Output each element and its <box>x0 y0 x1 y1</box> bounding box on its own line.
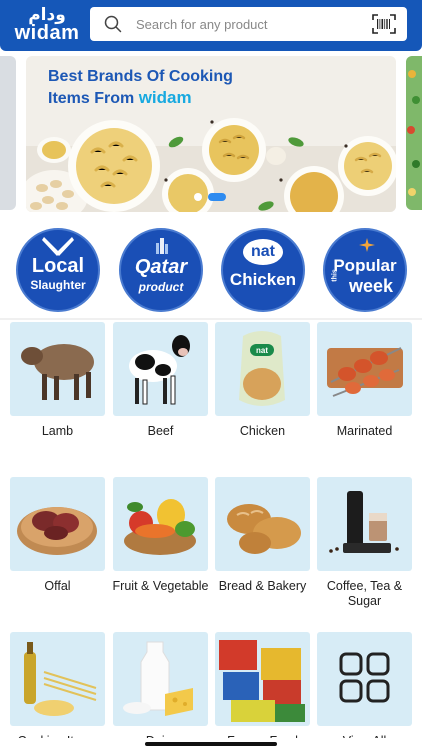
banner-title-prefix: Items From <box>48 90 139 107</box>
home-indicator[interactable] <box>145 742 277 746</box>
category-label: Coffee, Tea & Sugar <box>326 579 403 608</box>
offal-image <box>17 507 97 555</box>
category-label: Offal <box>44 579 71 593</box>
widam-logo[interactable]: ودام widam <box>12 6 82 44</box>
brand-qatar-line2: product <box>138 280 184 294</box>
section-divider <box>0 318 422 320</box>
kebab-image <box>327 347 403 397</box>
category-view-all[interactable]: View All <box>317 632 412 750</box>
cow-image <box>129 335 190 405</box>
category-label: Chicken <box>239 424 286 438</box>
promo-carousel[interactable]: Best Brands Of Cooking Items From widam <box>0 52 422 214</box>
banner-brand-name: widam <box>138 88 192 107</box>
fruit-basket-image <box>124 499 196 555</box>
frozen-boxes-image <box>219 640 305 722</box>
category-fruit-vegetable[interactable]: Fruit & Vegetable <box>113 477 208 622</box>
barcode-scan-icon[interactable] <box>372 14 396 34</box>
brand-nat-chicken[interactable]: nat Chicken <box>221 228 305 312</box>
milk-cheese-image <box>123 641 193 716</box>
category-tile[interactable] <box>113 477 208 571</box>
lamb-image <box>21 344 94 400</box>
category-tile[interactable] <box>215 477 310 571</box>
category-dairy[interactable]: Dairy <box>113 632 208 750</box>
skyline-icon <box>156 238 168 254</box>
category-lamb[interactable]: Lamb <box>10 322 105 467</box>
bread-image <box>227 504 301 554</box>
category-coffee-tea-sugar[interactable]: Coffee, Tea & Sugar <box>317 477 412 622</box>
logo-english-text: widam <box>14 22 80 44</box>
banner-title-line1: Best Brands Of Cooking <box>48 68 233 85</box>
category-tile[interactable] <box>113 632 208 726</box>
previous-banner-peek[interactable] <box>0 56 16 210</box>
category-chicken[interactable]: nat Chicken <box>215 322 310 467</box>
category-marinated[interactable]: Marinated <box>317 322 412 467</box>
banner-title: Best Brands Of Cooking Items From widam <box>48 66 233 109</box>
category-tile[interactable] <box>317 322 412 416</box>
category-label: Beef <box>147 424 174 438</box>
category-tile[interactable] <box>10 477 105 571</box>
search-input[interactable] <box>136 7 356 41</box>
category-frozen-food[interactable]: Frozen Food <box>215 632 310 750</box>
category-beef[interactable]: Beef <box>113 322 208 467</box>
brand-popular-week[interactable]: Popular week this <box>323 228 407 312</box>
category-bread-bakery[interactable]: Bread & Bakery <box>215 477 310 622</box>
search-icon[interactable] <box>104 15 122 33</box>
brand-nat-line2: Chicken <box>229 270 297 289</box>
brand-qatar-line1: Qatar <box>134 256 188 278</box>
next-banner-peek[interactable] <box>406 56 422 210</box>
category-label: Fruit & Vegetable <box>112 579 209 593</box>
chicken-pack-image: nat <box>239 331 285 406</box>
category-label: Lamb <box>41 424 74 438</box>
search-bar[interactable] <box>90 7 407 41</box>
category-tile[interactable] <box>215 632 310 726</box>
app-header: ودام widam <box>0 0 422 51</box>
coffee-image <box>329 491 399 553</box>
category-tile[interactable] <box>317 632 412 726</box>
brand-local-line2: Slaughter <box>30 278 86 292</box>
brand-shortcuts: Local Slaughter Qatar product nat Chicke… <box>0 226 422 316</box>
banner-title-line2: Items From widam <box>48 87 233 109</box>
svg-text:nat: nat <box>256 346 268 355</box>
brand-popular-line2: week <box>348 276 394 296</box>
brand-local-line1: Local <box>31 255 85 277</box>
category-tile[interactable] <box>113 322 208 416</box>
sparkle-icon <box>359 238 375 252</box>
brand-nat-line1: nat <box>251 243 275 260</box>
category-offal[interactable]: Offal <box>10 477 105 622</box>
carousel-dot-active[interactable] <box>208 193 226 201</box>
category-cooking-items[interactable]: Cooking Items <box>10 632 105 750</box>
category-label: Marinated <box>336 424 393 438</box>
promo-banner[interactable]: Best Brands Of Cooking Items From widam <box>26 56 396 212</box>
carousel-dot[interactable] <box>194 193 202 201</box>
category-tile[interactable] <box>10 632 105 726</box>
category-label: Bread & Bakery <box>218 579 307 593</box>
brand-qatar-product[interactable]: Qatar product <box>119 228 203 312</box>
brand-popular-side: this <box>331 269 339 282</box>
grid-icon <box>339 652 390 703</box>
oil-pasta-image <box>24 642 97 716</box>
category-tile[interactable] <box>10 322 105 416</box>
brand-local-slaughter[interactable]: Local Slaughter <box>16 228 100 312</box>
category-tile[interactable] <box>317 477 412 571</box>
category-tile[interactable]: nat <box>215 322 310 416</box>
crossed-knives-icon <box>42 237 74 256</box>
